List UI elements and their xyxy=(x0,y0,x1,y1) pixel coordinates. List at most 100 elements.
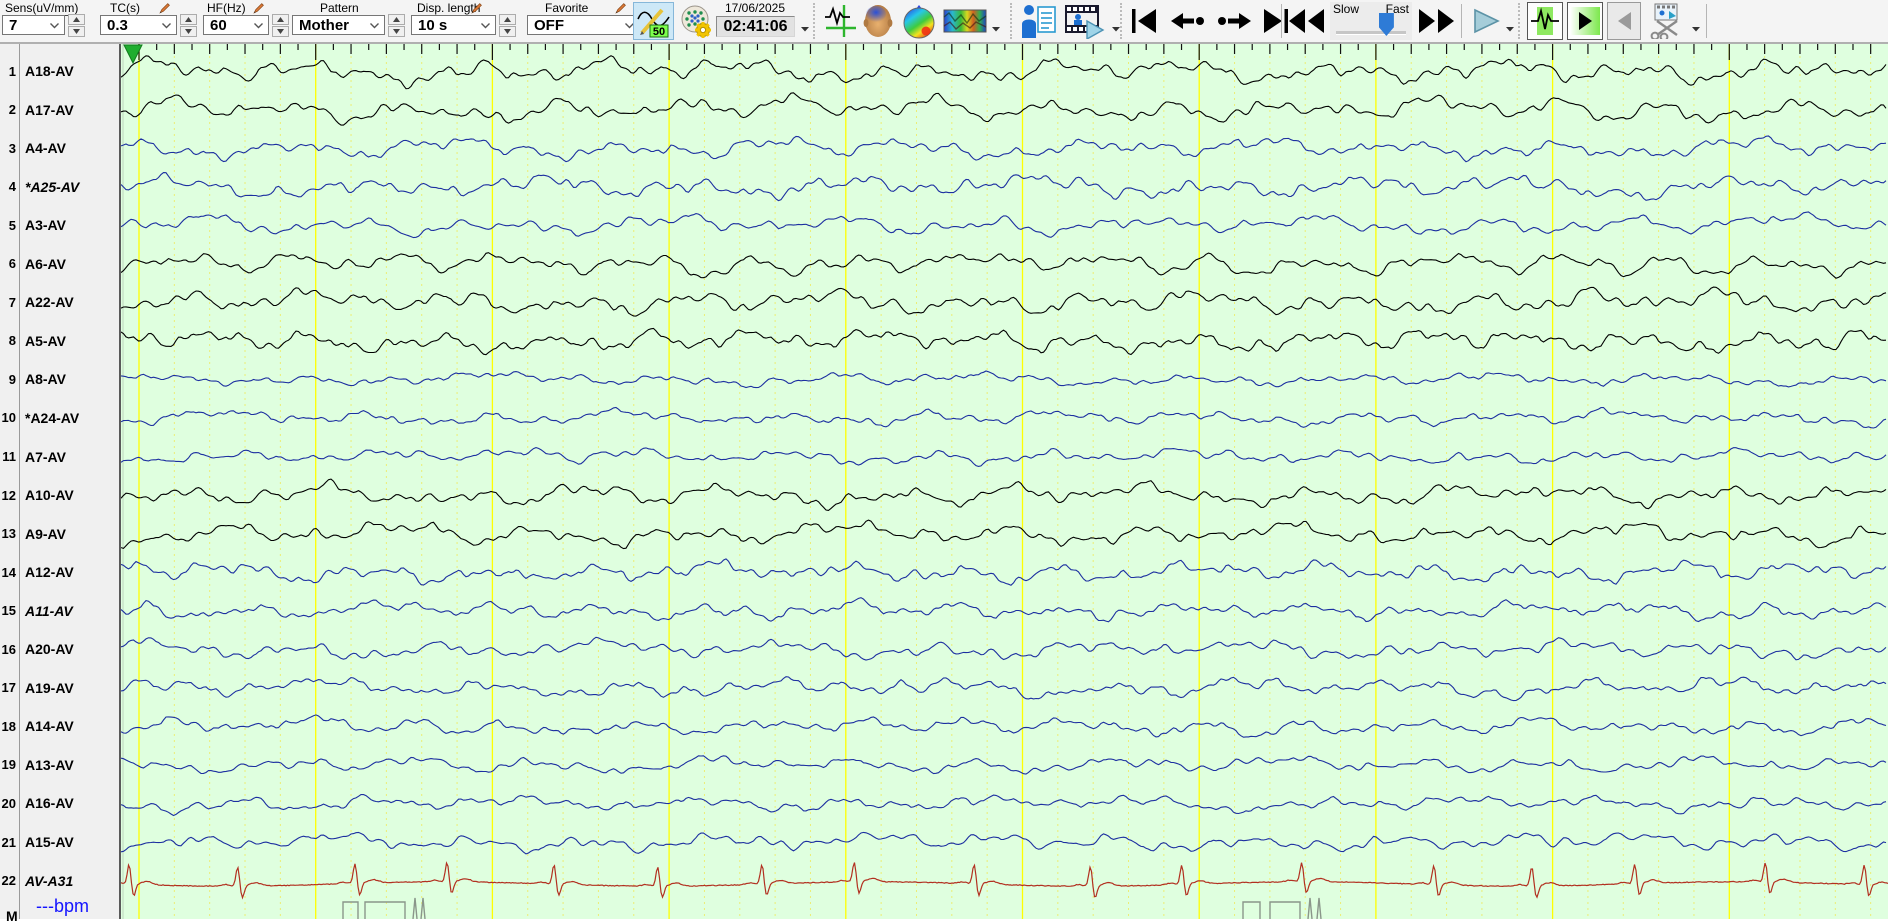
video-clip-button[interactable] xyxy=(1645,2,1689,40)
review-play-button[interactable] xyxy=(1567,2,1603,40)
channel-row[interactable]: 14 A12-AV xyxy=(0,562,119,582)
channel-name: A13-AV xyxy=(25,756,74,773)
topography-head-icon xyxy=(903,5,935,39)
hf-spinner-down[interactable] xyxy=(272,26,289,37)
play-dropdown-arrow[interactable] xyxy=(1506,26,1516,34)
tc-label: TC(s) xyxy=(110,1,140,15)
channel-row[interactable]: 21 A15-AV xyxy=(0,832,119,852)
arrow-right-dot-icon xyxy=(1218,13,1251,29)
channel-name: AV-A31 xyxy=(25,872,74,889)
topo-map-button[interactable] xyxy=(899,2,939,40)
play-back-disabled-icon xyxy=(1618,12,1631,30)
tc-spinner-down[interactable] xyxy=(180,26,197,37)
next-page-button[interactable] xyxy=(1212,2,1256,40)
channel-row[interactable]: 11 A7-AV xyxy=(0,447,119,467)
channel-row[interactable]: 19 A13-AV xyxy=(0,755,119,775)
sens-spinner-up[interactable] xyxy=(68,14,85,25)
channel-number: 17 xyxy=(1,680,16,696)
channel-row[interactable]: 7 A22-AV xyxy=(0,292,119,312)
head-3d-icon xyxy=(863,5,893,37)
tc-spinner-up[interactable] xyxy=(180,14,197,25)
channel-row[interactable]: 1 A18-AV xyxy=(0,61,119,81)
electrode-head-gear-icon xyxy=(681,5,711,38)
channel-row[interactable]: 5 A3-AV xyxy=(0,215,119,235)
channel-number: 7 xyxy=(8,294,16,310)
fast-forward-icon xyxy=(1419,9,1454,33)
channel-number: 14 xyxy=(1,564,16,580)
channel-name: A5-AV xyxy=(25,332,66,349)
disp-length-spinner-down[interactable] xyxy=(499,26,516,37)
channel-name: *A24-AV xyxy=(25,409,80,426)
disp-length-value: 10 s xyxy=(418,16,448,34)
arrow-left-dot-icon xyxy=(1171,13,1204,29)
hf-combobox[interactable]: 60 xyxy=(203,15,269,35)
channel-number: 15 xyxy=(1,603,16,619)
pattern-spinner-up[interactable] xyxy=(388,14,405,25)
chevron-down-icon xyxy=(481,22,490,28)
channel-row[interactable]: 9 A8-AV xyxy=(0,369,119,389)
montage-settings-button[interactable] xyxy=(677,2,715,40)
review-back-button-disabled[interactable] xyxy=(1607,2,1641,40)
edit-pencil-icon[interactable] xyxy=(158,2,171,15)
head-3d-map-button[interactable] xyxy=(859,2,897,40)
datetime-dropdown-arrow[interactable] xyxy=(801,26,811,34)
hf-spinner-up[interactable] xyxy=(272,14,289,25)
channel-row[interactable]: 20 A16-AV xyxy=(0,793,119,813)
play-button[interactable] xyxy=(1468,2,1504,40)
channel-name: A14-AV xyxy=(25,718,74,735)
favorite-combobox[interactable]: OFF xyxy=(527,15,640,35)
patient-info-button[interactable] xyxy=(1019,2,1059,40)
speed-slider-panel: Slow Fast xyxy=(1330,2,1412,40)
channel-row[interactable]: 4 *A25-AV xyxy=(0,177,119,197)
eeg-display[interactable] xyxy=(121,44,1888,919)
notch-filter-icon: 50 xyxy=(636,8,670,38)
tc-value: 0.3 xyxy=(107,16,128,34)
pattern-combobox[interactable]: Mother xyxy=(292,15,385,35)
edit-pencil-icon[interactable] xyxy=(470,2,483,15)
hf-label: HF(Hz) xyxy=(207,1,246,15)
channel-row[interactable]: 2 A17-AV xyxy=(0,100,119,120)
channel-name: A15-AV xyxy=(25,834,74,850)
edit-pencil-icon[interactable] xyxy=(252,2,265,15)
channel-row[interactable]: 13 A9-AV xyxy=(0,524,119,544)
channel-row[interactable]: 8 A5-AV xyxy=(0,331,119,351)
channel-number: 20 xyxy=(1,795,16,811)
maps-dropdown-arrow[interactable] xyxy=(992,26,1002,34)
review-wave-button[interactable] xyxy=(1527,2,1563,40)
sens-combobox[interactable]: 7 xyxy=(2,15,65,35)
prev-page-button[interactable] xyxy=(1166,2,1210,40)
pattern-spinner-down[interactable] xyxy=(388,26,405,37)
favorite-value: OFF xyxy=(534,16,564,34)
chevron-down-icon xyxy=(50,22,59,28)
edit-pencil-icon[interactable] xyxy=(614,2,627,15)
sens-spinner-down[interactable] xyxy=(68,26,85,37)
channel-row[interactable]: 18 A14-AV xyxy=(0,716,119,736)
separator xyxy=(1518,3,1520,39)
disp-length-combobox[interactable]: 10 s xyxy=(411,15,496,35)
notch-filter-button[interactable]: 50 xyxy=(633,2,674,40)
speed-slider-track[interactable] xyxy=(1336,31,1406,35)
channel-row[interactable]: 15 A11-AV xyxy=(0,601,119,621)
separator xyxy=(1010,3,1012,39)
disp-length-spinner-up[interactable] xyxy=(499,14,516,25)
channel-row[interactable]: 6 A6-AV xyxy=(0,254,119,274)
signal-marker-button[interactable] xyxy=(821,2,859,40)
tc-combobox[interactable]: 0.3 xyxy=(100,15,177,35)
chevron-down-icon xyxy=(162,22,171,28)
channel-row[interactable]: 17 A19-AV xyxy=(0,678,119,698)
rewind-button[interactable] xyxy=(1285,2,1327,40)
channel-row[interactable]: 22 AV-A31 xyxy=(0,871,119,891)
channel-number: 10 xyxy=(1,410,16,426)
channel-name: A18-AV xyxy=(25,63,74,79)
spectrogram-button[interactable] xyxy=(941,2,989,40)
channel-row[interactable]: 3 A4-AV xyxy=(0,138,119,158)
channel-row[interactable]: 16 A20-AV xyxy=(0,639,119,659)
favorite-label: Favorite xyxy=(545,1,589,15)
channel-row[interactable]: 12 A10-AV xyxy=(0,485,119,505)
fast-forward-button[interactable] xyxy=(1416,2,1458,40)
channel-row[interactable]: 10 *A24-AV xyxy=(0,408,119,428)
video-button[interactable] xyxy=(1061,2,1107,40)
clip-dropdown-arrow[interactable] xyxy=(1692,26,1702,34)
go-first-button[interactable] xyxy=(1126,2,1162,40)
separator xyxy=(1281,4,1282,38)
